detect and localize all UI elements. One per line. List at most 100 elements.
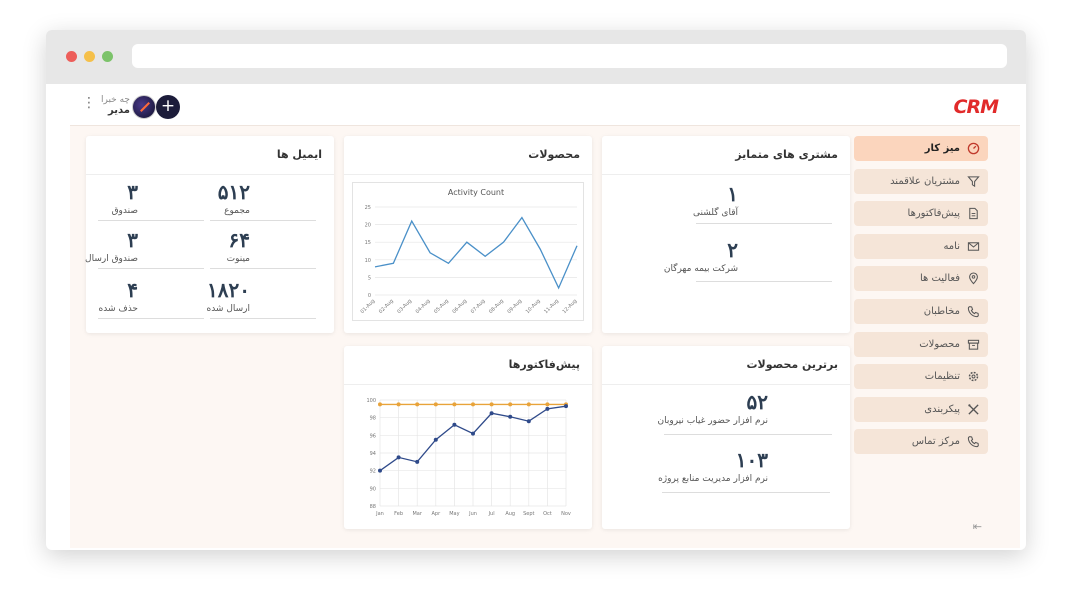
sidebar-item-leads[interactable]: مشتریان علاقمند <box>854 168 988 194</box>
x-tick-label: Apr <box>431 511 441 517</box>
x-tick-label: 05-Aug <box>433 298 450 315</box>
x-tick-label: 10-Aug <box>525 298 542 315</box>
user-greeting: چه خبرا <box>101 95 130 105</box>
email-stat[interactable]: ۶۴ مینوت <box>210 228 250 264</box>
sidebar-item-label: تنظیمات <box>924 371 960 383</box>
data-point <box>526 402 531 407</box>
email-stat[interactable]: ۴ حذف شده <box>98 278 138 314</box>
y-tick-label: 10 <box>365 258 371 264</box>
sidebar-item-contacts[interactable]: مخاطبان <box>854 298 988 324</box>
product-stat[interactable]: ۵۲ نرم افزار حضور غیاب نیروبان <box>608 390 769 426</box>
data-point <box>433 402 438 407</box>
activity-line-chart: Activity Count 0 5 10 15 20 25 01-Aug 02-Aug 03-A… <box>360 188 579 315</box>
invoices-line-chart: 88 90 92 94 96 98 100 Jan Feb Mar Apr May Jun Jul Aug S… <box>366 398 571 517</box>
data-point <box>378 402 382 407</box>
browser-titlebar <box>46 30 1026 84</box>
sidebar-item-label: پیش‌فاکتورها <box>907 208 960 220</box>
location-pin-icon <box>969 272 978 285</box>
x-tick-label: Sept <box>523 511 534 517</box>
stat-label: شرکت بیمه مهرگان <box>663 264 738 274</box>
sidebar-item-products[interactable]: محصولات <box>854 331 988 357</box>
sidebar-item-label: فعالیت ها <box>919 273 960 285</box>
x-tick-label: 07-Aug <box>470 298 487 315</box>
x-tick-label: 08-Aug <box>488 298 505 315</box>
sidebar-item-activities[interactable]: فعالیت ها <box>854 266 988 292</box>
maximize-window-dot[interactable] <box>102 51 113 62</box>
x-tick-label: 12-Aug <box>562 298 579 315</box>
sidebar-item-label: مرکز تماس <box>911 436 960 448</box>
y-tick-label: 94 <box>370 451 376 457</box>
stat-value: ۲ <box>727 238 738 262</box>
x-tick-label: May <box>449 511 459 517</box>
y-tick-label: 98 <box>370 416 376 422</box>
data-point <box>415 459 420 464</box>
x-tick-label: Jan <box>375 511 384 517</box>
add-button[interactable]: + <box>156 95 180 119</box>
card-title: پیش‌فاکتورها <box>508 358 580 371</box>
avatar[interactable] <box>132 95 156 119</box>
y-tick-label: 15 <box>365 240 371 246</box>
data-point <box>396 402 401 407</box>
products-chart-card: محصولات Activity Count 0 5 10 15 20 25 01-Aug 02… <box>344 136 592 333</box>
product-stat[interactable]: ۱۰۳ نرم افزار مدیریت منابع پروژه <box>608 448 768 484</box>
stat-label: حذف شده <box>98 304 138 314</box>
invoices-chart-card: پیش‌فاکتورها 88 90 92 94 96 98 100 Jan Feb Mar Apr… <box>344 346 592 529</box>
sidebar-item-configuration[interactable]: پیکربندی <box>854 396 988 422</box>
stat-label: صندوق <box>111 206 138 216</box>
phone-icon <box>967 306 979 318</box>
x-tick-label: Mar <box>412 511 422 517</box>
email-stat[interactable]: ۳ صندوق ارسال <box>85 228 138 264</box>
card-title: مشتری های متمایز <box>735 148 838 161</box>
data-point <box>545 406 550 411</box>
emails-card: ایمیل ها ۵۱۲ مجموع ۳ صندوق ۶۴ مینوت ۳ صندوق ارس… <box>85 136 334 333</box>
x-tick-label: 03-Aug <box>396 298 413 315</box>
x-tick-label: 09-Aug <box>506 298 523 315</box>
x-tick-label: Jul <box>488 511 495 517</box>
stat-label: ارسال شده <box>206 304 250 314</box>
y-tick-label: 25 <box>365 205 371 211</box>
data-point <box>508 402 513 407</box>
email-stat[interactable]: ۵۱۲ مجموع <box>210 180 250 216</box>
stat-value: ۴ <box>127 278 138 302</box>
close-window-dot[interactable] <box>66 51 77 62</box>
filter-icon <box>967 175 980 187</box>
stat-label: نرم افزار مدیریت منابع پروژه <box>658 474 768 484</box>
stat-label: صندوق ارسال <box>85 254 138 264</box>
stat-value: ۱۸۲۰ <box>207 278 250 302</box>
card-title: برترین محصولات <box>746 358 838 371</box>
y-tick-label: 88 <box>370 504 376 510</box>
chart-title: Activity Count <box>448 188 504 197</box>
stat-value: ۱۰۳ <box>735 448 768 472</box>
stat-value: ۳ <box>127 228 138 252</box>
stat-label: نرم افزار حضور غیاب نیروبان <box>657 416 769 426</box>
stat-value: ۵۱۲ <box>217 180 250 204</box>
minimize-window-dot[interactable] <box>84 51 95 62</box>
x-tick-label: 06-Aug <box>451 298 468 315</box>
data-point <box>433 437 438 442</box>
x-tick-label: Nov <box>561 511 571 517</box>
sidebar-item-call-center[interactable]: مرکز تماس <box>854 429 988 455</box>
sidebar-item-dashboard[interactable]: میز کار <box>854 136 988 161</box>
sidebar-item-label: محصولات <box>919 338 960 350</box>
customer-stat[interactable]: ۲ شرکت بیمه مهرگان <box>618 238 738 274</box>
sidebar-item-settings[interactable]: تنظیمات <box>854 364 988 390</box>
x-tick-label: 02-Aug <box>378 298 395 315</box>
stat-label: مینوت <box>226 254 250 264</box>
sidebar-item-label: میز کار <box>924 143 960 154</box>
data-point <box>471 402 475 407</box>
stat-label: مجموع <box>224 206 250 216</box>
archive-box-icon <box>967 339 980 350</box>
address-bar[interactable] <box>132 44 1007 68</box>
sidebar-item-invoices[interactable]: پیش‌فاکتورها <box>854 201 988 227</box>
customer-stat[interactable]: ۱ آقای گلشنی <box>618 182 738 218</box>
top-bar: ⋮ چه خبرا مدیر + CRM <box>70 88 1020 126</box>
email-stat[interactable]: ۳ صندوق <box>98 180 138 216</box>
user-info[interactable]: چه خبرا مدیر <box>94 95 130 116</box>
stat-value: ۵۲ <box>746 390 768 414</box>
sidebar-item-mail[interactable]: نامه <box>854 233 988 259</box>
email-stat[interactable]: ۱۸۲۰ ارسال شده <box>206 278 250 314</box>
dashboard-icon <box>967 142 980 155</box>
data-point <box>396 455 401 460</box>
collapse-sidebar-icon[interactable]: ⇤ <box>973 520 982 533</box>
stat-value: ۱ <box>727 182 738 206</box>
